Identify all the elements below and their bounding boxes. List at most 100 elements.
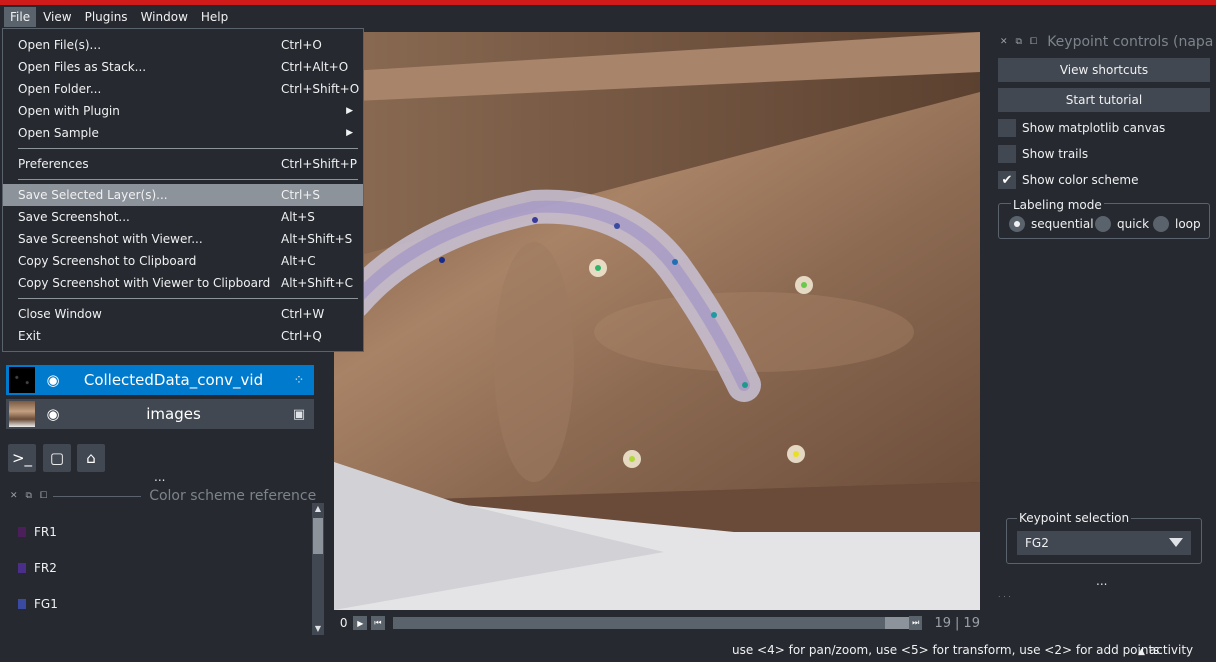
menu-item-copy-screenshot[interactable]: Copy Screenshot to Clipboard Alt+C (3, 250, 363, 272)
menu-item-open-with-plugin[interactable]: Open with Plugin ▶ (3, 100, 363, 122)
menu-item-copy-screenshot-viewer[interactable]: Copy Screenshot with Viewer to Clipboard… (3, 272, 363, 294)
close-icon[interactable]: ✕ (10, 491, 18, 501)
activity-button[interactable]: ▲ activity (1138, 643, 1193, 657)
napari-window: File View Plugins Window Help ◉ Collecte… (0, 0, 1216, 662)
show-trails-checkbox[interactable]: Show trails (998, 145, 1088, 163)
layer-row-images[interactable]: ◉ images ▣ (6, 399, 314, 429)
layer-row-points[interactable]: ◉ CollectedData_conv_vid ⁘ (6, 365, 314, 395)
menu-view[interactable]: View (37, 7, 77, 27)
square-icon[interactable]: ▢ (43, 444, 71, 472)
menu-item-label: Save Screenshot... (18, 210, 130, 224)
scheme-label: FG1 (34, 597, 58, 611)
menu-separator (18, 298, 358, 299)
color-scheme-scrollbar[interactable]: ▲ ▼ (312, 503, 324, 635)
play-icon[interactable]: ▶ (353, 616, 368, 630)
layer-thumbnail (9, 401, 35, 427)
menu-file[interactable]: File (4, 6, 37, 27)
menu-item-save-screenshot[interactable]: Save Screenshot... Alt+S (3, 206, 363, 228)
color-swatch (18, 563, 26, 573)
float-icon[interactable]: ⧉ (1016, 37, 1022, 47)
more-dots[interactable]: ... (154, 470, 165, 484)
menu-item-label: Close Window (18, 307, 102, 321)
status-bar: use <4> for pan/zoom, use <5> for transf… (0, 638, 1216, 662)
menu-item-label: Open Files as Stack... (18, 60, 147, 74)
menu-help[interactable]: Help (195, 7, 234, 27)
menu-item-shortcut: Alt+Shift+S (281, 232, 353, 246)
menu-item-label: Exit (18, 329, 41, 343)
menu-item-exit[interactable]: Exit Ctrl+Q (3, 325, 363, 347)
menu-item-label: Preferences (18, 157, 89, 171)
scheme-label: FR2 (34, 561, 57, 575)
menu-item-close-window[interactable]: Close Window Ctrl+W (3, 303, 363, 325)
keypoint-selection-group: Keypoint selection FG2 (1006, 511, 1202, 564)
menu-item-open-sample[interactable]: Open Sample ▶ (3, 122, 363, 144)
checkbox-label: Show trails (1022, 147, 1089, 161)
scroll-up-icon[interactable]: ▲ (312, 503, 324, 515)
eye-icon[interactable]: ◉ (43, 370, 63, 390)
menu-item-open-stack[interactable]: Open Files as Stack... Ctrl+Alt+O (3, 56, 363, 78)
layer-thumbnail (9, 367, 35, 393)
chevron-right-icon: ▶ (346, 106, 353, 116)
float-icon[interactable]: ⧉ (26, 491, 32, 501)
select-value: FG2 (1025, 536, 1049, 550)
detach-icon[interactable]: ⧠ (1030, 37, 1037, 47)
close-icon[interactable]: ✕ (1000, 37, 1008, 47)
menu-item-save-screenshot-viewer[interactable]: Save Screenshot with Viewer... Alt+Shift+… (3, 228, 363, 250)
radio-quick[interactable]: quick (1095, 216, 1149, 232)
checkbox[interactable] (998, 119, 1016, 137)
keypoint-select[interactable]: FG2 (1017, 531, 1191, 555)
menu-window[interactable]: Window (135, 7, 194, 27)
menu-item-shortcut: Ctrl+Q (281, 329, 322, 343)
canvas-image (334, 32, 980, 610)
image-icon: ▣ (292, 406, 306, 422)
menu-plugins[interactable]: Plugins (79, 7, 134, 27)
menu-separator (18, 179, 358, 180)
frame-slider[interactable] (392, 617, 909, 629)
checkbox[interactable] (998, 145, 1016, 163)
checkmark-icon[interactable]: ✔ (998, 171, 1016, 189)
frame-slider-bar: 0 ▶ ⏮ ⏭ 19 | 19 (334, 612, 980, 634)
menu-item-shortcut: Ctrl+W (281, 307, 325, 321)
show-color-scheme-checkbox[interactable]: ✔ Show color scheme (998, 171, 1138, 189)
detach-icon[interactable]: ⧠ (40, 491, 47, 501)
start-tutorial-button[interactable]: Start tutorial (998, 88, 1210, 112)
menu-item-open-files[interactable]: Open File(s)... Ctrl+O (3, 34, 363, 56)
radio-sequential[interactable]: sequential (1009, 216, 1094, 232)
view-shortcuts-button[interactable]: View shortcuts (998, 58, 1210, 82)
resize-dots[interactable]: . . . (998, 590, 1011, 599)
menu-item-label: Open Sample (18, 126, 99, 140)
console-icon[interactable]: >_ (8, 444, 36, 472)
menu-item-label: Save Screenshot with Viewer... (18, 232, 203, 246)
current-frame[interactable]: 19 (934, 616, 951, 631)
menu-item-shortcut: Ctrl+O (281, 38, 322, 52)
step-forward-icon[interactable]: ⏭ (908, 616, 923, 630)
scroll-down-icon[interactable]: ▼ (312, 623, 324, 635)
menu-item-open-folder[interactable]: Open Folder... Ctrl+Shift+O (3, 78, 363, 100)
menu-item-save-selected-layers[interactable]: Save Selected Layer(s)... Ctrl+S (3, 184, 363, 206)
layer-name: CollectedData_conv_vid (83, 371, 264, 389)
radio-button[interactable] (1009, 216, 1025, 232)
color-swatch (18, 527, 26, 537)
radio-loop[interactable]: loop (1153, 216, 1201, 232)
radio-button[interactable] (1095, 216, 1111, 232)
eye-icon[interactable]: ◉ (43, 404, 63, 424)
show-matplotlib-checkbox[interactable]: Show matplotlib canvas (998, 119, 1165, 137)
menu-item-shortcut: Ctrl+Shift+P (281, 157, 357, 171)
labeling-mode-group: Labeling mode sequential quick loop (998, 198, 1210, 239)
layer-name: images (146, 405, 201, 423)
menu-item-shortcut: Alt+Shift+C (281, 276, 354, 290)
group-title: Labeling mode (1011, 198, 1104, 212)
menu-item-preferences[interactable]: Preferences Ctrl+Shift+P (3, 153, 363, 175)
color-scheme-item: FR2 (18, 561, 57, 575)
viewer-canvas[interactable] (334, 32, 980, 610)
total-frames: 19 (963, 615, 980, 631)
step-back-icon[interactable]: ⏮ (371, 616, 385, 630)
color-swatch (18, 599, 26, 609)
radio-button[interactable] (1153, 216, 1169, 232)
slider-handle[interactable] (884, 617, 909, 629)
more-dots[interactable]: ... (1096, 574, 1107, 588)
checkbox-label: Show color scheme (1022, 173, 1139, 187)
scrollbar-thumb[interactable] (313, 518, 323, 554)
home-icon[interactable]: ⌂ (77, 444, 105, 472)
menu-item-label: Copy Screenshot to Clipboard (18, 254, 197, 268)
